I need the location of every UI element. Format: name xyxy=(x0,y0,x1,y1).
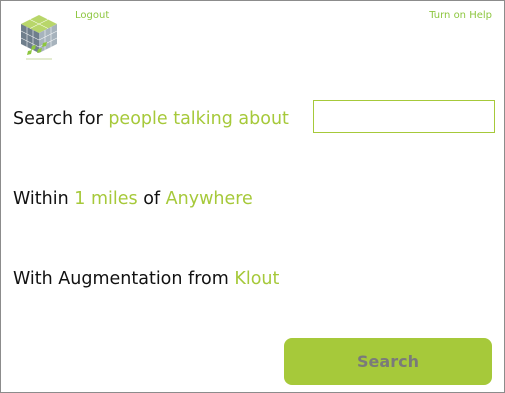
search-query-input[interactable] xyxy=(313,100,495,133)
augmentation-row: With Augmentation from Klout xyxy=(13,268,279,290)
location-selector[interactable]: Anywhere xyxy=(166,189,253,209)
search-for-label: Search for xyxy=(13,109,103,129)
search-mode-selector[interactable]: people talking about xyxy=(108,109,289,129)
within-label: Within xyxy=(13,189,69,209)
app-window: Logout Turn on Help Search for people ta… xyxy=(0,0,505,393)
augmentation-label: With Augmentation from xyxy=(13,269,229,289)
distance-selector[interactable]: 1 miles xyxy=(74,189,137,209)
turn-on-help-link[interactable]: Turn on Help xyxy=(429,10,492,22)
within-row: Within 1 miles of Anywhere xyxy=(13,188,253,210)
search-button[interactable]: Search xyxy=(284,338,492,385)
augmentation-source-selector[interactable]: Klout xyxy=(234,269,279,289)
logout-link[interactable]: Logout xyxy=(75,10,109,22)
search-for-row: Search for people talking about xyxy=(13,108,289,130)
of-label: of xyxy=(143,189,161,209)
cube-logo-icon xyxy=(20,15,58,60)
